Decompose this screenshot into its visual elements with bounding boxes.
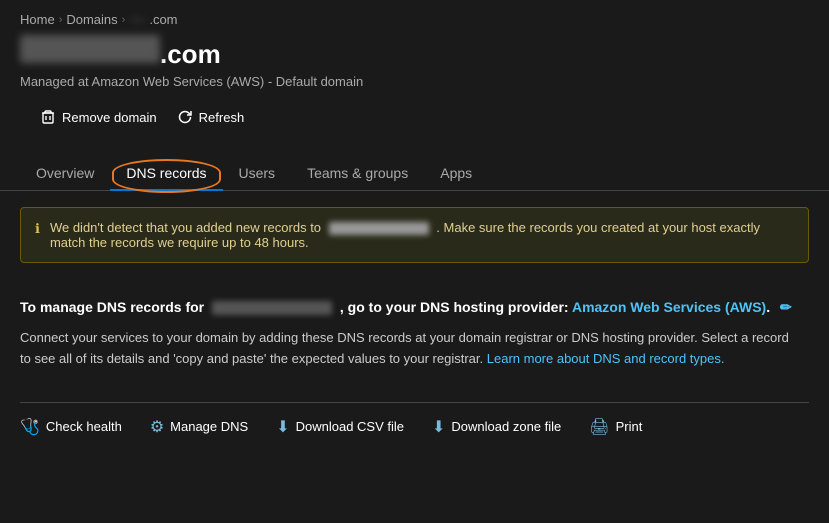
check-health-button[interactable]: 🩺 Check health xyxy=(20,417,122,437)
learn-more-link[interactable]: Learn more about DNS and record types. xyxy=(487,351,725,366)
tab-overview[interactable]: Overview xyxy=(20,157,110,191)
breadcrumb-sep1: › xyxy=(59,14,63,26)
remove-domain-label: Remove domain xyxy=(62,110,157,125)
alert-text: We didn't detect that you added new reco… xyxy=(50,220,794,250)
tab-users[interactable]: Users xyxy=(223,157,292,191)
download-zone-label: Download zone file xyxy=(451,419,561,434)
manage-dns-button[interactable]: ⚙ Manage DNS xyxy=(150,417,248,437)
alert-banner: ℹ We didn't detect that you added new re… xyxy=(20,207,809,263)
breadcrumb-home[interactable]: Home xyxy=(20,12,55,27)
breadcrumb-domains[interactable]: Domains xyxy=(66,12,117,27)
tab-apps[interactable]: Apps xyxy=(424,157,488,191)
page-title-blurred xyxy=(20,35,160,63)
bottom-actions: 🩺 Check health ⚙ Manage DNS ⬇ Download C… xyxy=(0,403,829,451)
breadcrumb-current xyxy=(129,19,145,21)
trash-icon xyxy=(40,109,56,125)
page-header: .com Managed at Amazon Web Services (AWS… xyxy=(0,35,829,141)
tab-dns-records[interactable]: DNS records xyxy=(110,157,222,191)
edit-icon[interactable]: ✏ xyxy=(780,299,792,315)
action-bar: Remove domain Refresh xyxy=(20,105,809,129)
refresh-icon xyxy=(177,109,193,125)
dns-manage-section: To manage DNS records for , go to your D… xyxy=(0,279,829,386)
refresh-button[interactable]: Refresh xyxy=(177,105,245,129)
print-icon: 🖨 xyxy=(589,417,609,437)
page-title: .com xyxy=(20,35,809,70)
print-button[interactable]: 🖨 Print xyxy=(589,417,642,437)
dns-manage-title: To manage DNS records for , go to your D… xyxy=(20,299,809,316)
download-csv-button[interactable]: ⬇ Download CSV file xyxy=(276,417,404,437)
print-label: Print xyxy=(616,419,643,434)
page-subtitle: Managed at Amazon Web Services (AWS) - D… xyxy=(20,74,809,89)
breadcrumb: Home › Domains › .com xyxy=(0,0,829,35)
dns-domain-blurred xyxy=(212,301,332,315)
download-csv-label: Download CSV file xyxy=(296,419,404,434)
alert-domain-blurred xyxy=(329,222,429,235)
dns-description: Connect your services to your domain by … xyxy=(20,328,800,370)
manage-dns-label: Manage DNS xyxy=(170,419,248,434)
check-health-label: Check health xyxy=(46,419,122,434)
remove-domain-button[interactable]: Remove domain xyxy=(40,105,157,129)
aws-link[interactable]: Amazon Web Services (AWS) xyxy=(572,299,766,315)
download-zone-button[interactable]: ⬇ Download zone file xyxy=(432,417,561,437)
refresh-label: Refresh xyxy=(199,110,245,125)
download-zone-icon: ⬇ xyxy=(432,417,445,437)
heart-icon: 🩺 xyxy=(20,417,40,437)
tabs-bar: Overview DNS records Users Teams & group… xyxy=(0,141,829,191)
tab-teams-groups[interactable]: Teams & groups xyxy=(291,157,424,191)
gear-icon: ⚙ xyxy=(150,417,164,437)
breadcrumb-sep2: › xyxy=(122,14,126,26)
info-icon: ℹ xyxy=(35,221,40,237)
page-title-suffix: .com xyxy=(160,39,221,70)
breadcrumb-suffix: .com xyxy=(149,12,177,27)
download-csv-icon: ⬇ xyxy=(276,417,289,437)
